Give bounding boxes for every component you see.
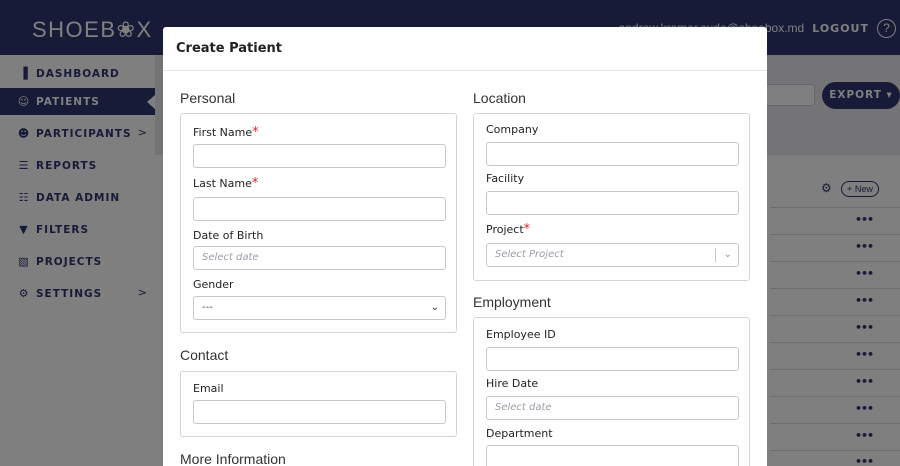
dob-datepicker[interactable]: Select date bbox=[193, 246, 446, 270]
required-marker: * bbox=[251, 176, 259, 191]
company-label: Company bbox=[486, 123, 539, 136]
location-section-title: Location bbox=[473, 90, 526, 106]
gender-value: --- bbox=[202, 302, 213, 313]
required-marker: * bbox=[523, 222, 531, 237]
last-name-label: Last Name* bbox=[193, 176, 259, 191]
first-name-input[interactable] bbox=[193, 144, 446, 168]
project-placeholder: Select Project bbox=[495, 249, 564, 260]
project-label: Project* bbox=[486, 222, 531, 237]
contact-section-title: Contact bbox=[180, 347, 229, 363]
facility-label: Facility bbox=[486, 172, 525, 185]
facility-input[interactable] bbox=[486, 191, 739, 215]
modal-title: Create Patient bbox=[176, 41, 283, 56]
personal-panel: First Name* Last Name* Date of Birth Sel… bbox=[180, 113, 457, 333]
required-marker: * bbox=[252, 125, 259, 140]
email-input[interactable] bbox=[193, 400, 446, 424]
select-divider bbox=[715, 248, 716, 262]
location-panel: Company Facility Project* Select Project… bbox=[473, 113, 750, 281]
personal-section-title: Personal bbox=[180, 90, 236, 106]
employment-panel: Employee ID Hire Date Select date Depart… bbox=[473, 317, 750, 466]
employment-section-title: Employment bbox=[473, 294, 551, 310]
gender-select[interactable]: --- ⌄ bbox=[193, 296, 446, 320]
create-patient-modal: Create Patient Personal First Name* Last… bbox=[163, 27, 767, 466]
employee-id-input[interactable] bbox=[486, 347, 739, 371]
gender-label: Gender bbox=[193, 278, 234, 291]
company-input[interactable] bbox=[486, 142, 739, 166]
employee-id-label: Employee ID bbox=[486, 328, 556, 341]
more-info-section-title: More Information bbox=[180, 451, 286, 466]
department-label: Department bbox=[486, 427, 553, 440]
contact-panel: Email bbox=[180, 371, 457, 437]
modal-header: Create Patient bbox=[163, 27, 767, 71]
hire-date-label: Hire Date bbox=[486, 377, 539, 390]
first-name-label: First Name* bbox=[193, 125, 259, 140]
last-name-input[interactable] bbox=[193, 197, 446, 221]
department-input[interactable] bbox=[486, 445, 739, 466]
chevron-down-icon: ⌄ bbox=[430, 302, 439, 313]
email-label: Email bbox=[193, 382, 224, 395]
chevron-down-icon: ⌄ bbox=[723, 249, 732, 260]
project-select[interactable]: Select Project ⌄ bbox=[486, 243, 739, 267]
hire-date-datepicker[interactable]: Select date bbox=[486, 396, 739, 420]
dob-label: Date of Birth bbox=[193, 229, 264, 242]
